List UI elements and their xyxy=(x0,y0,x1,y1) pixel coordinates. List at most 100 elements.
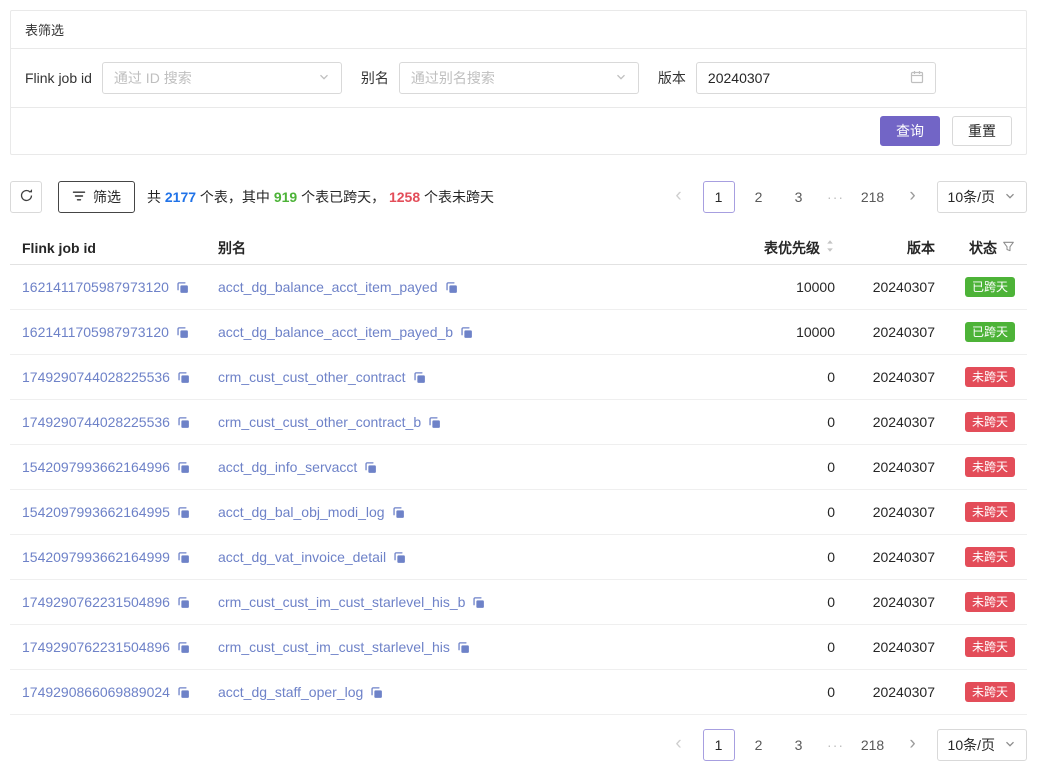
job-id-select[interactable]: 通过 ID 搜索 xyxy=(102,62,342,94)
job-id-link[interactable]: 1621411705987973120 xyxy=(22,324,169,340)
status-badge: 已跨天 xyxy=(965,277,1015,297)
alias-link[interactable]: acct_dg_bal_obj_modi_log xyxy=(218,504,385,520)
status-badge: 未跨天 xyxy=(965,682,1015,702)
copy-icon[interactable] xyxy=(472,596,485,609)
page-button-last[interactable]: 218 xyxy=(857,181,889,213)
copy-icon[interactable] xyxy=(177,641,190,654)
alias-link[interactable]: acct_dg_info_servacct xyxy=(218,459,357,475)
copy-icon[interactable] xyxy=(177,551,190,564)
copy-icon[interactable] xyxy=(177,686,190,699)
copy-icon[interactable] xyxy=(177,596,190,609)
version-cell: 20240307 xyxy=(835,369,935,385)
version-date-input[interactable]: 20240307 xyxy=(696,62,936,94)
copy-icon[interactable] xyxy=(428,416,441,429)
query-button[interactable]: 查询 xyxy=(880,116,940,146)
crossed-count: 919 xyxy=(274,189,297,205)
header-status: 状态 xyxy=(935,238,1015,258)
copy-icon[interactable] xyxy=(413,371,426,384)
status-cell: 未跨天 xyxy=(935,547,1015,567)
copy-icon[interactable] xyxy=(370,686,383,699)
job-id-link[interactable]: 1749290744028225536 xyxy=(22,414,170,430)
job-id-cell: 1542097993662164995 xyxy=(22,504,218,520)
calendar-icon xyxy=(910,70,924,87)
priority-cell: 0 xyxy=(690,684,835,700)
summary-text: 共 2177 个表，其中 919 个表已跨天， 1258 个表未跨天 xyxy=(147,187,494,207)
filter-button-label: 筛选 xyxy=(93,187,121,207)
refresh-icon xyxy=(19,188,34,206)
alias-link[interactable]: crm_cust_cust_other_contract xyxy=(218,369,406,385)
copy-icon[interactable] xyxy=(177,416,190,429)
alias-link[interactable]: acct_dg_vat_invoice_detail xyxy=(218,549,386,565)
page-button-3[interactable]: 3 xyxy=(783,729,815,761)
copy-icon[interactable] xyxy=(177,461,190,474)
chevron-down-icon xyxy=(615,70,627,86)
table-toolbar: 筛选 共 2177 个表，其中 919 个表已跨天， 1258 个表未跨天 ‹ … xyxy=(10,181,1027,213)
alias-select[interactable]: 通过别名搜索 xyxy=(399,62,639,94)
page-button-1[interactable]: 1 xyxy=(703,729,735,761)
header-alias: 别名 xyxy=(218,238,690,258)
copy-icon[interactable] xyxy=(445,281,458,294)
next-page-button[interactable]: › xyxy=(897,729,929,761)
table-row: 1621411705987973120 acct_dg_balance_acct… xyxy=(10,310,1027,355)
header-priority[interactable]: 表优先级 xyxy=(690,238,835,258)
alias-cell: crm_cust_cust_other_contract xyxy=(218,369,690,385)
prev-page-button[interactable]: ‹ xyxy=(663,729,695,761)
alias-cell: acct_dg_info_servacct xyxy=(218,459,690,475)
copy-icon[interactable] xyxy=(177,371,190,384)
alias-link[interactable]: crm_cust_cust_im_cust_starlevel_his xyxy=(218,639,450,655)
table-row: 1749290866069889024 acct_dg_staff_oper_l… xyxy=(10,670,1027,715)
alias-link[interactable]: acct_dg_balance_acct_item_payed xyxy=(218,279,438,295)
pagination-top: ‹ 1 2 3 ··· 218 › xyxy=(663,181,929,213)
reset-button[interactable]: 重置 xyxy=(952,116,1012,146)
page-button-last[interactable]: 218 xyxy=(857,729,889,761)
copy-icon[interactable] xyxy=(364,461,377,474)
version-cell: 20240307 xyxy=(835,594,935,610)
table-row: 1749290744028225536 crm_cust_cust_other_… xyxy=(10,400,1027,445)
job-id-link[interactable]: 1542097993662164999 xyxy=(22,549,170,565)
copy-icon[interactable] xyxy=(176,326,189,339)
prev-page-button[interactable]: ‹ xyxy=(663,181,695,213)
page-button-2[interactable]: 2 xyxy=(743,729,775,761)
copy-icon[interactable] xyxy=(392,506,405,519)
page-ellipsis[interactable]: ··· xyxy=(823,737,849,753)
job-id-link[interactable]: 1749290866069889024 xyxy=(22,684,170,700)
copy-icon[interactable] xyxy=(176,281,189,294)
page-size-select-top[interactable]: 10条/页 xyxy=(937,181,1027,213)
sort-icon[interactable] xyxy=(825,239,835,256)
page-button-3[interactable]: 3 xyxy=(783,181,815,213)
priority-cell: 0 xyxy=(690,369,835,385)
job-id-link[interactable]: 1749290762231504896 xyxy=(22,594,170,610)
filter-card: 表筛选 Flink job id 通过 ID 搜索 别名 通过别名搜索 xyxy=(10,10,1027,155)
job-id-link[interactable]: 1542097993662164996 xyxy=(22,459,170,475)
job-id-link[interactable]: 1621411705987973120 xyxy=(22,279,169,295)
job-id-link[interactable]: 1749290744028225536 xyxy=(22,369,170,385)
table-row: 1542097993662164996 acct_dg_info_servacc… xyxy=(10,445,1027,490)
status-cell: 未跨天 xyxy=(935,457,1015,477)
alias-link[interactable]: acct_dg_staff_oper_log xyxy=(218,684,363,700)
alias-cell: crm_cust_cust_im_cust_starlevel_his xyxy=(218,639,690,655)
version-cell: 20240307 xyxy=(835,639,935,655)
chevron-down-icon xyxy=(1004,189,1016,205)
footer: ‹ 1 2 3 ··· 218 › 10条/页 xyxy=(10,729,1027,761)
next-page-button[interactable]: › xyxy=(897,181,929,213)
alias-link[interactable]: crm_cust_cust_other_contract_b xyxy=(218,414,421,430)
job-id-link[interactable]: 1542097993662164995 xyxy=(22,504,170,520)
copy-icon[interactable] xyxy=(177,506,190,519)
page-button-2[interactable]: 2 xyxy=(743,181,775,213)
column-filter-icon[interactable] xyxy=(1002,240,1015,256)
refresh-button[interactable] xyxy=(10,181,42,213)
job-id-link[interactable]: 1749290762231504896 xyxy=(22,639,170,655)
alias-link[interactable]: acct_dg_balance_acct_item_payed_b xyxy=(218,324,453,340)
copy-icon[interactable] xyxy=(457,641,470,654)
copy-icon[interactable] xyxy=(460,326,473,339)
alias-link[interactable]: crm_cust_cust_im_cust_starlevel_his_b xyxy=(218,594,465,610)
table-header-row: Flink job id 别名 表优先级 版本 状态 xyxy=(10,231,1027,265)
filter-toggle-button[interactable]: 筛选 xyxy=(58,181,135,213)
alias-cell: acct_dg_staff_oper_log xyxy=(218,684,690,700)
page-ellipsis[interactable]: ··· xyxy=(823,189,849,205)
page-size-select-bottom[interactable]: 10条/页 xyxy=(937,729,1027,761)
alias-cell: acct_dg_balance_acct_item_payed xyxy=(218,279,690,295)
chevron-down-icon xyxy=(1004,737,1016,753)
copy-icon[interactable] xyxy=(393,551,406,564)
page-button-1[interactable]: 1 xyxy=(703,181,735,213)
